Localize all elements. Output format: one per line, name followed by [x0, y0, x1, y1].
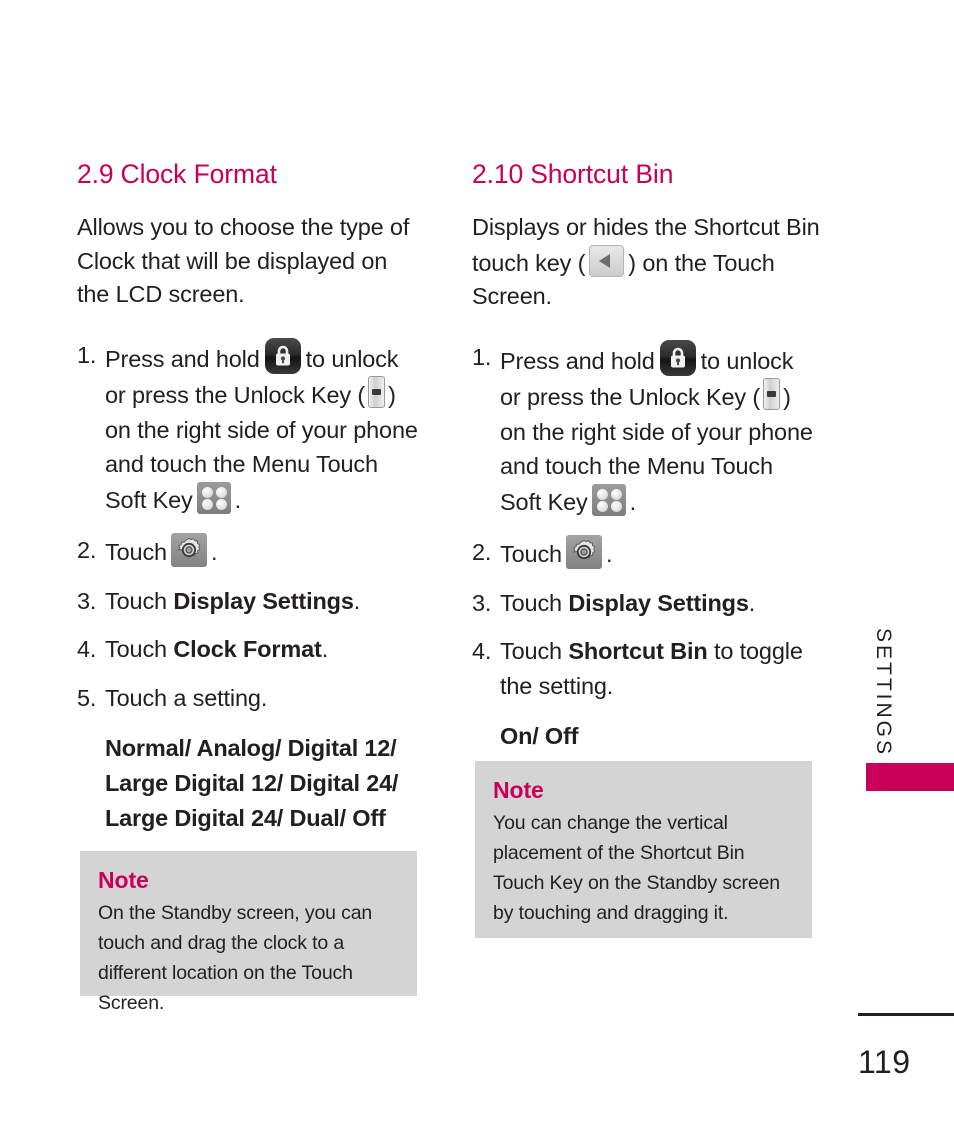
step-bold-term: Clock Format — [173, 636, 322, 663]
step-text-part: Touch — [105, 636, 167, 663]
lock-icon — [264, 337, 301, 374]
shortcut-bin-options: On/ Off — [500, 723, 579, 750]
step-item: 4. Touch Shortcut Bin to toggle the setti… — [472, 634, 820, 703]
step-text-part: Touch — [105, 587, 167, 614]
step-text-part: . — [629, 488, 637, 515]
lock-icon — [659, 339, 696, 376]
unlock-key-icon — [368, 376, 386, 409]
shortcut-bin-key-icon — [589, 244, 625, 277]
step-item: 2. Touch. — [77, 533, 425, 570]
step-text-part: . — [321, 636, 329, 663]
side-section-label: SETTINGS — [872, 628, 895, 758]
step-marker: 4. — [77, 636, 97, 663]
steps-list: 1. Press and hold to unlock or press the U… — [77, 337, 425, 716]
step-item: 5. Touch a setting. — [77, 681, 425, 716]
step-item: 4. Touch Clock Format. — [77, 632, 425, 667]
step-text-part: Press and hold — [105, 345, 260, 372]
footer-divider — [858, 1013, 954, 1016]
section-intro-paragraph: Displays or hides the Shortcut Bin touch… — [472, 211, 820, 314]
menu-soft-key-icon — [196, 481, 231, 514]
manual-page: 2.9 Clock Format Allows you to choose the… — [0, 0, 954, 1145]
section-heading-shortcut-bin: 2.10 Shortcut Bin — [472, 159, 820, 189]
step-marker: 3. — [77, 587, 97, 614]
step-bold-term: Display Settings — [568, 589, 749, 616]
step-text-part: Touch — [500, 541, 562, 568]
step-bold-term: Display Settings — [173, 587, 354, 614]
clock-format-options: Normal/ Analog/ Digital 12/ Large Digita… — [105, 735, 399, 832]
step-marker: 3. — [472, 589, 492, 616]
left-column: 2.9 Clock Format Allows you to choose the… — [77, 159, 425, 836]
page-number: 119 — [858, 1044, 911, 1080]
step-marker: 4. — [472, 638, 492, 665]
note-box-shortcut-bin: Note You can change the vertical placeme… — [475, 761, 812, 938]
menu-soft-key-icon — [591, 483, 626, 516]
section-number: 2.9 — [77, 159, 114, 189]
step-bold-term: Shortcut Bin — [568, 638, 708, 665]
step-text-part: Press and hold — [500, 347, 655, 374]
note-body: On the Standby screen, you can touch and… — [98, 902, 373, 1014]
step-item: 2. Touch. — [472, 535, 820, 572]
step-text-part: Touch a setting. — [105, 684, 268, 711]
section-intro-paragraph: Allows you to choose the type of Clock t… — [77, 214, 410, 308]
step-text-part: Touch — [500, 638, 562, 665]
step-item: 1. Press and hold to unlock or press the U… — [77, 337, 425, 518]
settings-gear-icon — [170, 533, 207, 568]
step-item: 1. Press and hold to unlock or press the U… — [472, 339, 820, 520]
note-title: Note — [493, 777, 544, 803]
unlock-key-icon — [763, 378, 781, 411]
note-title: Note — [98, 867, 149, 893]
step-item: 3. Touch Display Settings. — [77, 584, 425, 619]
step-text-part: . — [605, 541, 613, 568]
step-marker: 1. — [77, 341, 97, 368]
section-color-tab — [866, 763, 954, 791]
step-text-part: . — [210, 539, 218, 566]
section-number: 2.10 — [472, 159, 524, 189]
step-text-part: Touch — [105, 539, 167, 566]
step-item: 3. Touch Display Settings. — [472, 586, 820, 621]
section-title-text: Clock Format — [120, 159, 277, 189]
settings-gear-icon — [565, 535, 602, 570]
section-title-text: Shortcut Bin — [530, 159, 674, 189]
right-column: 2.10 Shortcut Bin Displays or hides the S… — [472, 159, 820, 753]
step-text-part: . — [234, 486, 242, 513]
step-marker: 1. — [472, 343, 492, 370]
step-marker: 2. — [77, 537, 97, 564]
step-marker: 5. — [77, 684, 97, 711]
steps-list: 1. Press and hold to unlock or press the U… — [472, 339, 820, 704]
step-text-part: . — [748, 589, 756, 616]
step-text-part: Touch — [500, 589, 562, 616]
note-box-clock-format: Note On the Standby screen, you can touc… — [80, 851, 417, 1014]
note-body: You can change the vertical placement of… — [493, 812, 780, 924]
section-heading-clock-format: 2.9 Clock Format — [77, 159, 425, 189]
step-marker: 2. — [472, 539, 492, 566]
step-text-part: . — [353, 587, 361, 614]
